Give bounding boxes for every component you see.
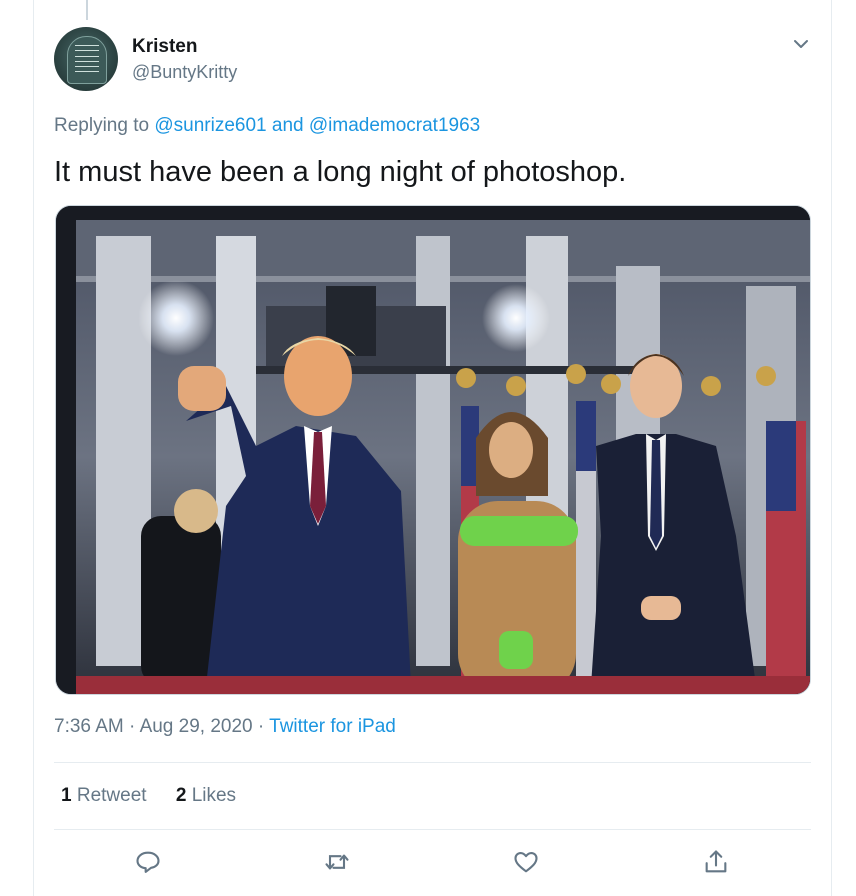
user-handle[interactable]: @BuntyKritty — [132, 62, 237, 83]
retweet-count-link[interactable]: 1 Retweet — [61, 785, 152, 806]
retweet-button[interactable] — [319, 845, 355, 879]
photo-illustration — [56, 206, 810, 694]
thread-line — [86, 0, 88, 20]
replying-to: Replying to @sunrize601 and @imademocrat… — [54, 115, 480, 137]
heart-icon — [514, 851, 538, 873]
mention-link[interactable]: @sunrize601 — [154, 115, 266, 136]
tweet-meta: 7:36 AM · Aug 29, 2020 · Twitter for iPa… — [54, 716, 396, 738]
like-label: Likes — [191, 785, 237, 806]
divider — [54, 762, 811, 763]
meta-separator: · — [129, 716, 136, 737]
retweet-label: Retweet — [76, 785, 147, 806]
tweet-source-link[interactable]: Twitter for iPad — [269, 716, 396, 737]
tweet-stats: 1 Retweet 2 Likes — [61, 785, 260, 807]
tweet-actions — [34, 845, 831, 879]
retweet-icon — [325, 854, 349, 870]
replying-to-label: Replying to — [54, 115, 150, 136]
share-icon — [705, 850, 727, 873]
more-options-button[interactable] — [793, 36, 809, 52]
tweet-text: It must have been a long night of photos… — [54, 156, 627, 188]
like-count-link[interactable]: 2 Likes — [176, 785, 236, 806]
tweet-time[interactable]: 7:36 AM — [54, 716, 124, 737]
avatar-plaque-image — [67, 36, 107, 84]
tweet-date[interactable]: Aug 29, 2020 — [140, 716, 253, 737]
like-button[interactable] — [508, 845, 544, 879]
tweet-photo[interactable] — [55, 205, 811, 695]
chevron-down-icon — [794, 40, 808, 48]
like-count: 2 — [175, 785, 187, 806]
divider — [54, 829, 811, 830]
mention-conjunction[interactable]: and — [272, 115, 304, 136]
avatar[interactable] — [54, 27, 118, 91]
retweet-count: 1 — [61, 785, 72, 806]
reply-icon — [136, 851, 160, 873]
mention-link[interactable]: @imademocrat1963 — [309, 115, 480, 136]
tweet-card: Kristen @BuntyKritty Replying to @sunriz… — [33, 0, 832, 896]
meta-separator: · — [257, 716, 265, 737]
share-button[interactable] — [698, 845, 734, 879]
user-name[interactable]: Kristen — [132, 36, 197, 58]
reply-button[interactable] — [130, 845, 166, 879]
